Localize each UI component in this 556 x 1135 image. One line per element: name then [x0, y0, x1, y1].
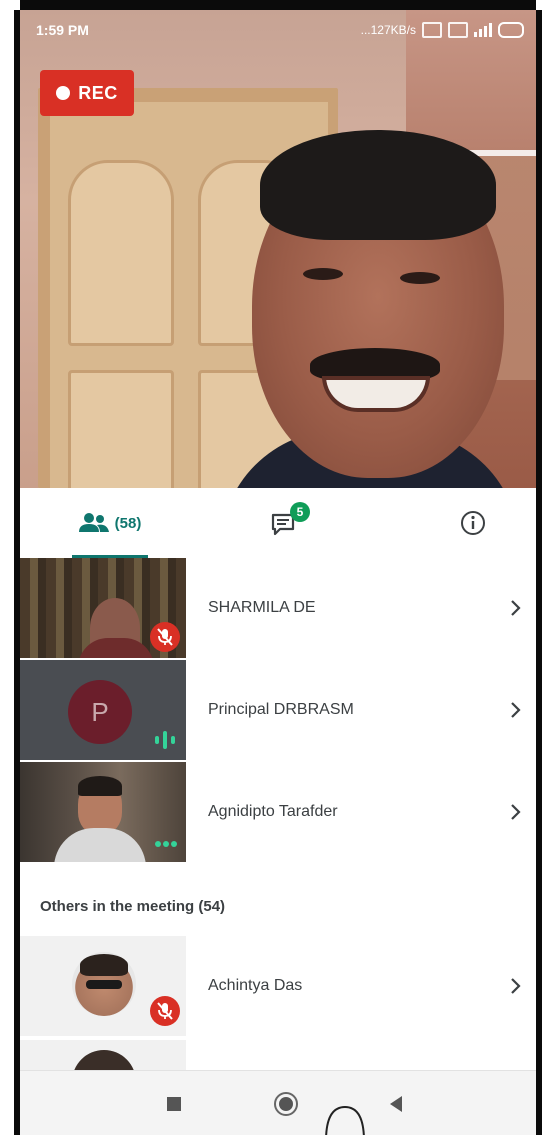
participant-figure-body: [54, 828, 146, 862]
avatar-hair: [80, 954, 128, 976]
home-button[interactable]: [266, 1071, 306, 1135]
message-icon: [448, 22, 468, 38]
info-icon: [461, 511, 485, 535]
participant-row[interactable]: Agnidipto Tarafder: [20, 762, 536, 862]
door-panel: [68, 370, 174, 488]
status-indicators: ...127KB/s: [361, 22, 524, 38]
phone-bezel-left: [0, 0, 20, 1135]
participant-avatar-tile: P: [20, 660, 186, 760]
recent-apps-icon: [167, 1096, 181, 1111]
participant-name: Principal DRBRASM: [208, 701, 354, 718]
chevron-right-icon[interactable]: [500, 936, 530, 1036]
participant-avatar-tile: [20, 1040, 186, 1070]
network-speed: ...127KB/s: [360, 23, 416, 37]
recording-indicator: REC: [40, 70, 134, 116]
status-bar: 1:59 PM ...127KB/s: [20, 10, 536, 52]
mic-off-badge: [150, 622, 180, 652]
more-dots-icon: [155, 841, 177, 847]
chat-unread-badge: 5: [290, 502, 310, 522]
battery-icon: [498, 22, 524, 38]
participant-name: Achintya Das: [208, 977, 303, 994]
tab-info[interactable]: [438, 488, 508, 558]
participant-figure-hair: [78, 776, 122, 796]
phone-bezel-right: [536, 0, 556, 1135]
touch-pointer-icon: [325, 1105, 365, 1135]
participant-avatar-tile: [20, 936, 186, 1036]
chevron-right-icon[interactable]: [500, 558, 530, 658]
panel-tab-bar: (58) 5: [20, 488, 536, 559]
tab-people[interactable]: (58): [60, 488, 160, 558]
participant-row[interactable]: [20, 1040, 536, 1070]
participant-video-thumbnail: [20, 558, 186, 658]
home-icon: [274, 1091, 298, 1116]
speaker-eye: [400, 272, 440, 284]
others-section-title: Others in the meeting (54): [40, 898, 226, 915]
back-button[interactable]: [376, 1071, 416, 1135]
avatar-photo: [72, 1050, 136, 1070]
avatar: P: [68, 680, 132, 744]
participant-name: Agnidipto Tarafder: [208, 803, 338, 820]
participant-row[interactable]: Achintya Das: [20, 936, 536, 1036]
recent-apps-button[interactable]: [154, 1071, 194, 1135]
speaker-eye: [303, 268, 343, 280]
participant-row[interactable]: SHARMILA DE: [20, 558, 536, 658]
chevron-right-icon[interactable]: [500, 762, 530, 862]
avatar-sunglasses: [86, 980, 122, 989]
participant-name: SHARMILA DE: [208, 599, 316, 616]
system-navigation-bar: [20, 1070, 536, 1135]
phone-bezel-top: [14, 0, 542, 10]
avatar-initial: P: [91, 696, 109, 727]
participant-video-thumbnail: [20, 762, 186, 862]
mic-off-icon: [157, 1002, 173, 1020]
people-icon: [78, 513, 109, 532]
avatar-photo: [72, 952, 136, 1016]
people-count: (58): [114, 514, 142, 532]
signal-icon: [474, 23, 492, 37]
audio-level-icon: [155, 731, 175, 749]
tab-chat[interactable]: 5: [250, 488, 320, 558]
chevron-right-icon[interactable]: [500, 660, 530, 760]
speaker-hair: [260, 130, 496, 240]
recording-dot-icon: [56, 86, 71, 100]
mic-off-icon: [157, 628, 173, 646]
sim-icon: [422, 22, 442, 38]
screen: 1:59 PM ...127KB/s REC (58) 5 SHARMILA D…: [0, 0, 556, 1135]
door-panel: [68, 160, 174, 346]
participant-row[interactable]: P Principal DRBRASM: [20, 660, 536, 760]
mic-off-badge: [150, 996, 180, 1026]
status-time: 1:59 PM: [36, 22, 89, 38]
back-icon: [390, 1095, 402, 1112]
recording-label: REC: [78, 82, 118, 103]
